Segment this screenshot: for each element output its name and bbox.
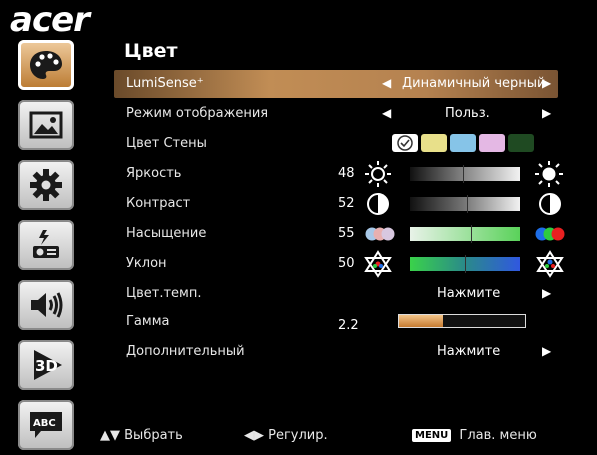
projector-icon bbox=[33, 230, 59, 258]
row-label: Насыщение bbox=[126, 226, 207, 241]
footer-select-hint: ▲▼ Выбрать bbox=[100, 428, 183, 443]
sidebar-item-projector[interactable] bbox=[18, 220, 74, 270]
footer-adjust-hint: ◀▶ Регулир. bbox=[244, 428, 328, 443]
menu-row-lumisense[interactable]: LumiSense⁺ ◀ Динамичный черный ▶ bbox=[114, 70, 558, 98]
slider-thumb[interactable] bbox=[467, 195, 469, 213]
menu-row-color-temp[interactable]: Цвет.темп. Нажмите ▶ bbox=[114, 280, 558, 308]
rgb-pale-icon bbox=[365, 227, 395, 241]
gamma-fill bbox=[399, 315, 444, 327]
check-icon bbox=[397, 135, 413, 151]
sidebar-item-language[interactable]: ABC bbox=[18, 400, 74, 450]
wall-color-swatch-blue[interactable] bbox=[450, 134, 476, 152]
contrast-high-icon bbox=[539, 193, 561, 215]
3d-icon: 3D bbox=[34, 350, 62, 380]
menu-key-icon: MENU bbox=[412, 429, 452, 442]
gamma-slider[interactable] bbox=[398, 314, 526, 328]
brightness-value: 48 bbox=[338, 166, 355, 181]
abc-label: ABC bbox=[33, 418, 56, 429]
row-label: Цвет Стены bbox=[126, 136, 207, 151]
menu-row-tint[interactable]: Уклон 50 bbox=[114, 250, 564, 278]
star-of-david-icon bbox=[364, 250, 392, 278]
menu-row-contrast[interactable]: Контраст 52 bbox=[114, 190, 561, 218]
menu-row-advanced[interactable]: Дополнительный Нажмите ▶ bbox=[114, 338, 558, 366]
star-of-david-color-icon bbox=[536, 250, 564, 278]
saturation-slider[interactable] bbox=[410, 225, 520, 243]
sidebar-item-settings[interactable] bbox=[18, 160, 74, 210]
footer-adjust-label: Регулир. bbox=[268, 428, 328, 443]
sun-icon bbox=[365, 161, 391, 187]
saturation-value: 55 bbox=[338, 226, 355, 241]
row-label: Яркость bbox=[126, 166, 182, 181]
menu-row-saturation[interactable]: Насыщение 55 bbox=[114, 220, 565, 248]
acer-logo: acer bbox=[10, 0, 90, 40]
row-value: Нажмите bbox=[437, 286, 501, 301]
sidebar-item-color[interactable] bbox=[18, 40, 74, 90]
slider-thumb[interactable] bbox=[462, 165, 464, 183]
slider-thumb[interactable] bbox=[470, 225, 472, 243]
wall-color-swatch-green[interactable] bbox=[508, 134, 534, 152]
arrow-right-icon[interactable]: ▶ bbox=[542, 344, 551, 358]
abc-icon: ABC bbox=[30, 412, 62, 438]
up-down-arrows-icon: ▲▼ bbox=[100, 428, 120, 443]
row-label: Уклон bbox=[126, 256, 167, 271]
tint-slider[interactable] bbox=[410, 255, 520, 273]
menu-row-display-mode[interactable]: Режим отображения ◀ Польз. ▶ bbox=[114, 100, 558, 128]
sidebar-item-3d[interactable]: 3D bbox=[18, 340, 74, 390]
row-label: Дополнительный bbox=[126, 344, 245, 359]
brightness-slider[interactable] bbox=[410, 165, 520, 183]
row-label: Контраст bbox=[126, 196, 191, 211]
footer-select-label: Выбрать bbox=[124, 428, 183, 443]
sidebar-item-image[interactable] bbox=[18, 100, 74, 150]
slider-thumb[interactable] bbox=[465, 255, 466, 273]
row-label: LumiSense⁺ bbox=[126, 76, 204, 91]
image-icon bbox=[29, 111, 63, 139]
left-right-arrows-icon: ◀▶ bbox=[244, 428, 264, 443]
row-label: Гамма bbox=[126, 314, 170, 329]
contrast-slider[interactable] bbox=[410, 195, 520, 213]
wall-color-swatch-white[interactable] bbox=[392, 134, 418, 152]
3d-label: 3D bbox=[35, 357, 58, 375]
menu-row-gamma[interactable]: Гамма 2.2 bbox=[114, 308, 558, 336]
contrast-value: 52 bbox=[338, 196, 355, 211]
row-value: Нажмите bbox=[437, 344, 501, 359]
arrow-left-icon[interactable]: ◀ bbox=[382, 76, 391, 90]
menu-row-brightness[interactable]: Яркость 48 bbox=[114, 160, 563, 188]
wall-color-swatch-yellow[interactable] bbox=[421, 134, 447, 152]
sun-filled-icon bbox=[535, 161, 563, 187]
footer-menu-hint: MENU Глав. меню bbox=[412, 428, 537, 443]
rgb-vivid-icon bbox=[535, 227, 565, 241]
speaker-icon bbox=[31, 292, 63, 318]
row-value: Польз. bbox=[445, 106, 490, 121]
contrast-icon bbox=[367, 193, 389, 215]
row-label: Цвет.темп. bbox=[126, 286, 202, 301]
tint-value: 50 bbox=[338, 256, 355, 271]
sidebar-item-audio[interactable] bbox=[18, 280, 74, 330]
row-label: Режим отображения bbox=[126, 106, 269, 121]
arrow-right-icon[interactable]: ▶ bbox=[542, 76, 551, 90]
footer-main-menu-label: Глав. меню bbox=[459, 428, 537, 443]
arrow-right-icon[interactable]: ▶ bbox=[542, 286, 551, 300]
page-title: Цвет bbox=[124, 40, 178, 62]
menu-row-wall-color[interactable]: Цвет Стены bbox=[114, 130, 558, 158]
gear-icon bbox=[30, 169, 62, 201]
arrow-right-icon[interactable]: ▶ bbox=[542, 106, 551, 120]
gamma-value: 2.2 bbox=[338, 318, 359, 333]
wall-color-swatch-pink[interactable] bbox=[479, 134, 505, 152]
row-value: Динамичный черный bbox=[402, 76, 546, 91]
arrow-left-icon[interactable]: ◀ bbox=[382, 106, 391, 120]
palette-icon bbox=[30, 51, 62, 79]
